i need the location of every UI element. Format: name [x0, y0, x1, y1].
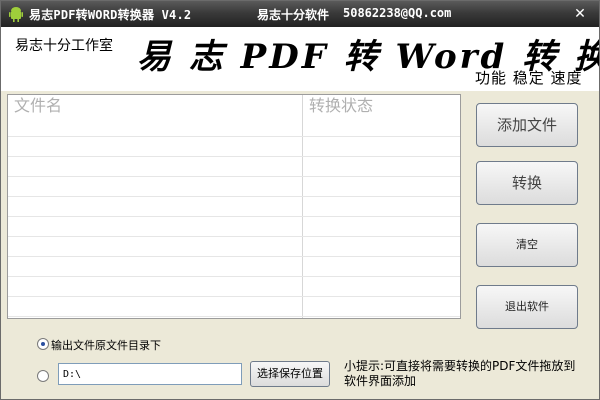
window-title: 易志PDF转WORD转换器 V4.2	[29, 8, 192, 22]
close-icon[interactable]: ✕	[567, 5, 593, 23]
drag-drop-tip: 小提示:可直接将需要转换的PDF文件拖放到软件界面添加	[344, 359, 576, 388]
studio-label: 易志十分工作室	[15, 38, 113, 54]
exit-button[interactable]: 退出软件	[476, 285, 578, 329]
title-author: 易志十分软件	[257, 8, 330, 22]
radio-output-source-dir-label[interactable]: 输出文件原文件目录下	[51, 337, 161, 353]
android-app-icon	[9, 6, 23, 22]
table-row[interactable]	[8, 157, 460, 177]
choose-save-location-button[interactable]: 选择保存位置	[250, 361, 330, 387]
table-row[interactable]	[8, 197, 460, 217]
title-bar: 易志PDF转WORD转换器 V4.2 易志十分软件 50862238@QQ.co…	[1, 1, 599, 27]
banner-slogan: 功能 稳定 速度	[475, 69, 583, 87]
table-row[interactable]	[8, 177, 460, 197]
convert-button[interactable]: 转换	[476, 161, 578, 205]
banner-header: 易志十分工作室 易 志 PDF 转 Word 转 换 器 功能 稳定 速度	[1, 27, 599, 91]
file-list-table[interactable]: 文件名 转换状态	[7, 94, 461, 319]
table-row[interactable]	[8, 277, 460, 297]
table-row[interactable]	[8, 137, 460, 157]
output-path-input[interactable]	[58, 363, 242, 385]
title-email: 50862238@QQ.com	[343, 6, 452, 20]
table-row[interactable]	[8, 217, 460, 237]
table-row[interactable]	[8, 237, 460, 257]
add-files-button[interactable]: 添加文件	[476, 103, 578, 147]
table-row[interactable]	[8, 297, 460, 317]
radio-output-source-dir[interactable]	[37, 338, 49, 350]
column-header-filename[interactable]: 文件名	[8, 95, 303, 117]
column-header-status[interactable]: 转换状态	[303, 95, 460, 117]
table-row[interactable]	[8, 257, 460, 277]
radio-output-custom-dir[interactable]	[37, 370, 49, 382]
table-row[interactable]	[8, 117, 460, 137]
clear-button[interactable]: 清空	[476, 223, 578, 267]
app-window: 易志PDF转WORD转换器 V4.2 易志十分软件 50862238@QQ.co…	[0, 0, 600, 400]
